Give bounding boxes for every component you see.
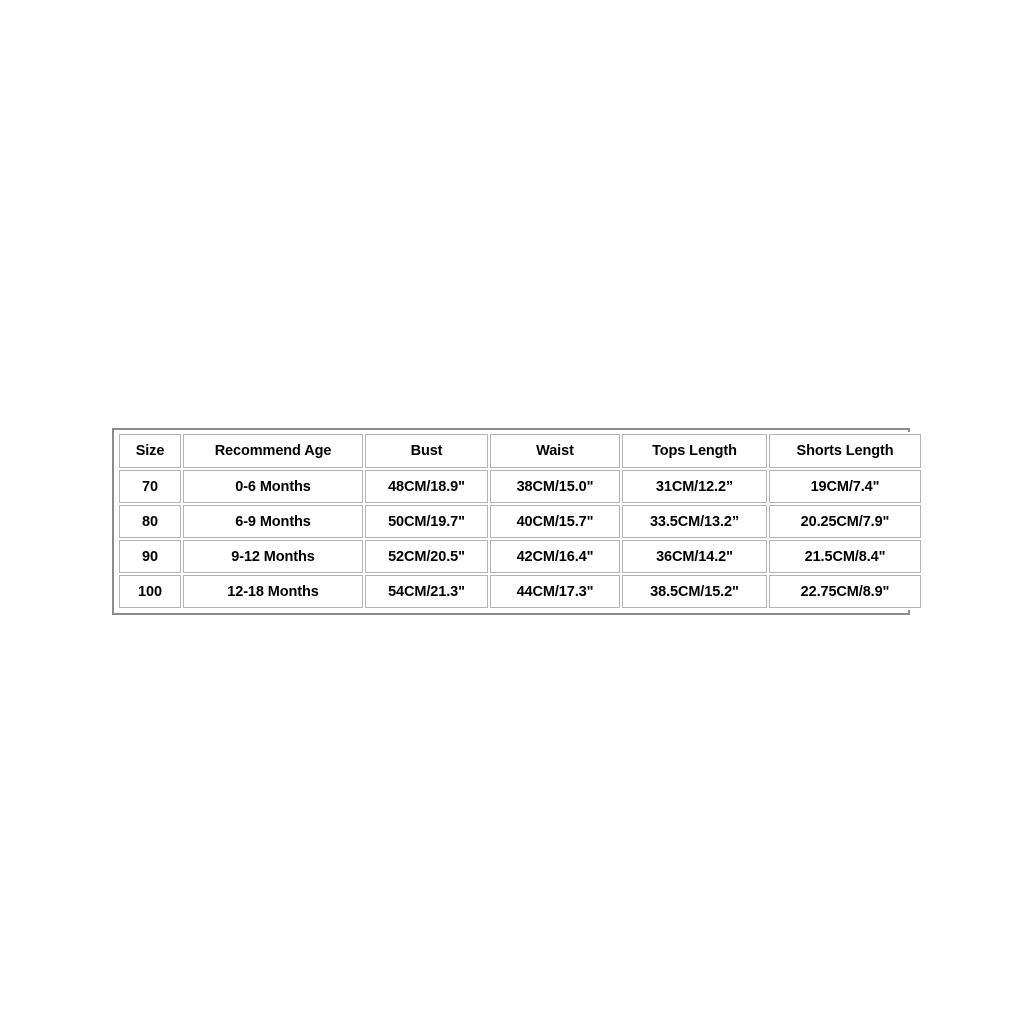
cell-shorts-length: 19CM/7.4" <box>769 470 921 503</box>
cell-bust: 48CM/18.9" <box>365 470 488 503</box>
cell-bust: 54CM/21.3" <box>365 575 488 608</box>
cell-waist: 38CM/15.0" <box>490 470 620 503</box>
cell-shorts-length: 21.5CM/8.4" <box>769 540 921 573</box>
size-chart-table: Size Recommend Age Bust Waist Tops Lengt… <box>117 432 923 610</box>
cell-size: 70 <box>119 470 181 503</box>
cell-tops-length: 33.5CM/13.2” <box>622 505 767 538</box>
cell-waist: 44CM/17.3" <box>490 575 620 608</box>
column-header-tops-length: Tops Length <box>622 434 767 468</box>
cell-age: 0-6 Months <box>183 470 363 503</box>
table-row: 90 9-12 Months 52CM/20.5" 42CM/16.4" 36C… <box>119 540 921 573</box>
size-chart-container: Size Recommend Age Bust Waist Tops Lengt… <box>112 428 923 615</box>
table-header-row: Size Recommend Age Bust Waist Tops Lengt… <box>119 434 921 468</box>
table-body: 70 0-6 Months 48CM/18.9" 38CM/15.0" 31CM… <box>119 470 921 608</box>
cell-age: 9-12 Months <box>183 540 363 573</box>
cell-waist: 42CM/16.4" <box>490 540 620 573</box>
cell-bust: 50CM/19.7" <box>365 505 488 538</box>
table-row: 70 0-6 Months 48CM/18.9" 38CM/15.0" 31CM… <box>119 470 921 503</box>
page-canvas: Size Recommend Age Bust Waist Tops Lengt… <box>0 0 1024 1024</box>
cell-age: 12-18 Months <box>183 575 363 608</box>
cell-tops-length: 31CM/12.2” <box>622 470 767 503</box>
column-header-recommend-age: Recommend Age <box>183 434 363 468</box>
cell-bust: 52CM/20.5" <box>365 540 488 573</box>
cell-size: 100 <box>119 575 181 608</box>
column-header-waist: Waist <box>490 434 620 468</box>
column-header-size: Size <box>119 434 181 468</box>
table-header: Size Recommend Age Bust Waist Tops Lengt… <box>119 434 921 468</box>
cell-shorts-length: 20.25CM/7.9" <box>769 505 921 538</box>
cell-shorts-length: 22.75CM/8.9" <box>769 575 921 608</box>
cell-size: 80 <box>119 505 181 538</box>
cell-waist: 40CM/15.7" <box>490 505 620 538</box>
table-row: 100 12-18 Months 54CM/21.3" 44CM/17.3" 3… <box>119 575 921 608</box>
cell-tops-length: 38.5CM/15.2" <box>622 575 767 608</box>
column-header-bust: Bust <box>365 434 488 468</box>
table-row: 80 6-9 Months 50CM/19.7" 40CM/15.7" 33.5… <box>119 505 921 538</box>
column-header-shorts-length: Shorts Length <box>769 434 921 468</box>
cell-age: 6-9 Months <box>183 505 363 538</box>
cell-size: 90 <box>119 540 181 573</box>
cell-tops-length: 36CM/14.2" <box>622 540 767 573</box>
